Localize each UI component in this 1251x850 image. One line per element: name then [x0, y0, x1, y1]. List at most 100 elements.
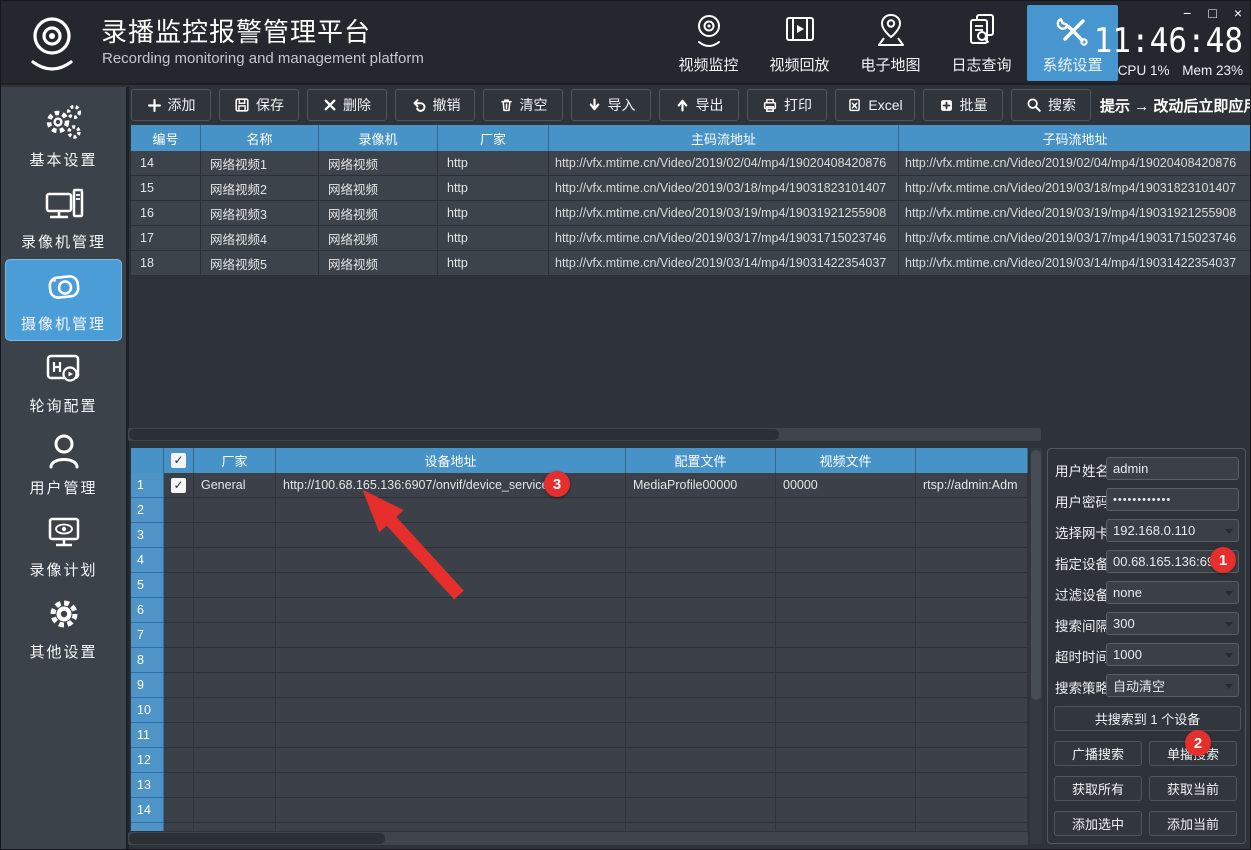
unicast-search-button[interactable]: 单播搜索	[1149, 741, 1237, 766]
top-table-horizontal-scrollbar[interactable]	[128, 428, 1041, 441]
table-row[interactable]: 14	[131, 798, 1028, 823]
table-row[interactable]: 13	[131, 773, 1028, 798]
minimize-button[interactable]: −	[1183, 5, 1191, 21]
sidebar-item-recorder-management[interactable]: 录像机管理	[1, 177, 126, 259]
checkbox-cell[interactable]	[164, 648, 194, 673]
sidebar-item-basic-settings[interactable]: 基本设置	[1, 95, 126, 177]
table-row[interactable]: 8	[131, 648, 1028, 673]
column-header-video-file[interactable]: 视频文件	[776, 448, 916, 473]
table-row[interactable]: 1✓Generalhttp://100.68.165.136:6907/onvi…	[131, 473, 1028, 498]
add-current-button[interactable]: 添加当前	[1149, 811, 1237, 836]
scrollbar-thumb[interactable]	[1031, 450, 1041, 700]
sidebar-item-camera-management[interactable]: 摄像机管理	[5, 259, 122, 341]
column-header-profile[interactable]: 配置文件	[626, 448, 776, 473]
broadcast-search-button[interactable]: 广播搜索	[1054, 741, 1142, 766]
table-row[interactable]: 3	[131, 523, 1028, 548]
get-current-button[interactable]: 获取当前	[1149, 776, 1237, 801]
close-button[interactable]: ×	[1234, 5, 1242, 21]
search-button[interactable]: 搜索	[1011, 89, 1091, 121]
cell-video-file	[776, 648, 916, 673]
column-header-vendor[interactable]: 厂家	[194, 448, 276, 473]
sidebar-item-user-management[interactable]: 用户管理	[1, 423, 126, 505]
column-header-select-all[interactable]: ✓	[164, 448, 194, 473]
checkbox-cell[interactable]	[164, 723, 194, 748]
checkbox-cell[interactable]	[164, 823, 194, 831]
row-checkbox-checked[interactable]: ✓	[171, 478, 186, 493]
checkbox-cell[interactable]	[164, 698, 194, 723]
excel-button[interactable]: Excel	[835, 89, 915, 121]
checkbox-cell[interactable]	[164, 773, 194, 798]
export-button[interactable]: 导出	[659, 89, 739, 121]
table-row[interactable]: 15网络视频2网络视频httphttp://vfx.mtime.cn/Video…	[131, 176, 1251, 201]
checkbox-cell[interactable]	[164, 748, 194, 773]
print-button[interactable]: 打印	[747, 89, 827, 121]
column-header-recorder[interactable]: 录像机	[319, 125, 438, 151]
nav-video-playback[interactable]: 视频回放	[754, 5, 845, 81]
cell-video-file	[776, 748, 916, 773]
table-row[interactable]: 12	[131, 748, 1028, 773]
column-header-vendor[interactable]: 厂家	[438, 125, 549, 151]
search-interval-select[interactable]: 300	[1106, 612, 1239, 635]
table-row[interactable]	[131, 823, 1028, 831]
maximize-button[interactable]: □	[1208, 5, 1216, 21]
nav-label: 日志查询	[951, 54, 1011, 75]
checkbox-cell[interactable]	[164, 798, 194, 823]
save-button[interactable]: 保存	[219, 89, 299, 121]
add-button[interactable]: 添加	[131, 89, 211, 121]
sidebar-item-polling-config[interactable]: 轮询配置	[1, 341, 126, 423]
column-header-device-address[interactable]: 设备地址	[276, 448, 626, 473]
device-table-horizontal-scrollbar[interactable]	[128, 832, 1028, 845]
checkbox-cell[interactable]	[164, 673, 194, 698]
timeout-select[interactable]: 1000	[1106, 643, 1239, 666]
clear-button[interactable]: 清空	[483, 89, 563, 121]
batch-button[interactable]: 批量	[923, 89, 1003, 121]
column-header-main-stream[interactable]: 主码流地址	[549, 125, 899, 151]
table-row[interactable]: 11	[131, 723, 1028, 748]
table-row[interactable]: 4	[131, 548, 1028, 573]
sidebar-item-other-settings[interactable]: 其他设置	[1, 587, 126, 669]
scrollbar-thumb[interactable]	[129, 833, 385, 844]
table-row[interactable]: 17网络视频4网络视频httphttp://vfx.mtime.cn/Video…	[131, 226, 1251, 251]
table-row[interactable]: 9	[131, 673, 1028, 698]
checkbox-cell[interactable]	[164, 598, 194, 623]
scrollbar-thumb[interactable]	[129, 429, 779, 440]
table-row[interactable]: 18网络视频5网络视频httphttp://vfx.mtime.cn/Video…	[131, 251, 1251, 276]
get-all-button[interactable]: 获取所有	[1054, 776, 1142, 801]
target-device-input[interactable]	[1106, 550, 1239, 573]
table-row[interactable]: 5	[131, 573, 1028, 598]
table-row[interactable]: 6	[131, 598, 1028, 623]
checkbox-cell[interactable]	[164, 548, 194, 573]
nav-e-map[interactable]: 电子地图	[845, 5, 936, 81]
device-table-vertical-scrollbar[interactable]	[1030, 448, 1042, 844]
cell-vendor	[194, 798, 276, 823]
table-row[interactable]: 10	[131, 698, 1028, 723]
search-strategy-select[interactable]: 自动清空	[1106, 674, 1239, 697]
checkbox-cell[interactable]	[164, 573, 194, 598]
username-input[interactable]	[1106, 457, 1239, 480]
main-nav: 视频监控 视频回放 电子地图	[663, 1, 1118, 85]
import-button[interactable]: 导入	[571, 89, 651, 121]
column-header-name[interactable]: 名称	[201, 125, 319, 151]
table-row[interactable]: 2	[131, 498, 1028, 523]
column-header-id[interactable]: 编号	[131, 125, 201, 151]
cell-vendor	[194, 823, 276, 831]
table-row[interactable]: 14网络视频1网络视频httphttp://vfx.mtime.cn/Video…	[131, 151, 1251, 176]
filter-device-select[interactable]: none	[1106, 581, 1239, 604]
checkbox-cell[interactable]: ✓	[164, 473, 194, 498]
network-card-select[interactable]: 192.168.0.110	[1106, 519, 1239, 542]
delete-button[interactable]: 删除	[307, 89, 387, 121]
nav-log-query[interactable]: 日志查询	[936, 5, 1027, 81]
table-row[interactable]: 16网络视频3网络视频httphttp://vfx.mtime.cn/Video…	[131, 201, 1251, 226]
table-row[interactable]: 7	[131, 623, 1028, 648]
column-header-sub-stream[interactable]: 子码流地址	[899, 125, 1251, 151]
checkbox-cell[interactable]	[164, 523, 194, 548]
checkbox-cell[interactable]	[164, 623, 194, 648]
add-selected-button[interactable]: 添加选中	[1054, 811, 1142, 836]
select-all-checkbox[interactable]: ✓	[171, 453, 186, 468]
nav-video-monitor[interactable]: 视频监控	[663, 5, 754, 81]
password-input[interactable]	[1106, 488, 1239, 511]
checkbox-cell[interactable]	[164, 498, 194, 523]
undo-button[interactable]: 撤销	[395, 89, 475, 121]
sidebar-item-recording-plan[interactable]: 录像计划	[1, 505, 126, 587]
field-timeout: 超时时间 1000	[1048, 643, 1245, 666]
